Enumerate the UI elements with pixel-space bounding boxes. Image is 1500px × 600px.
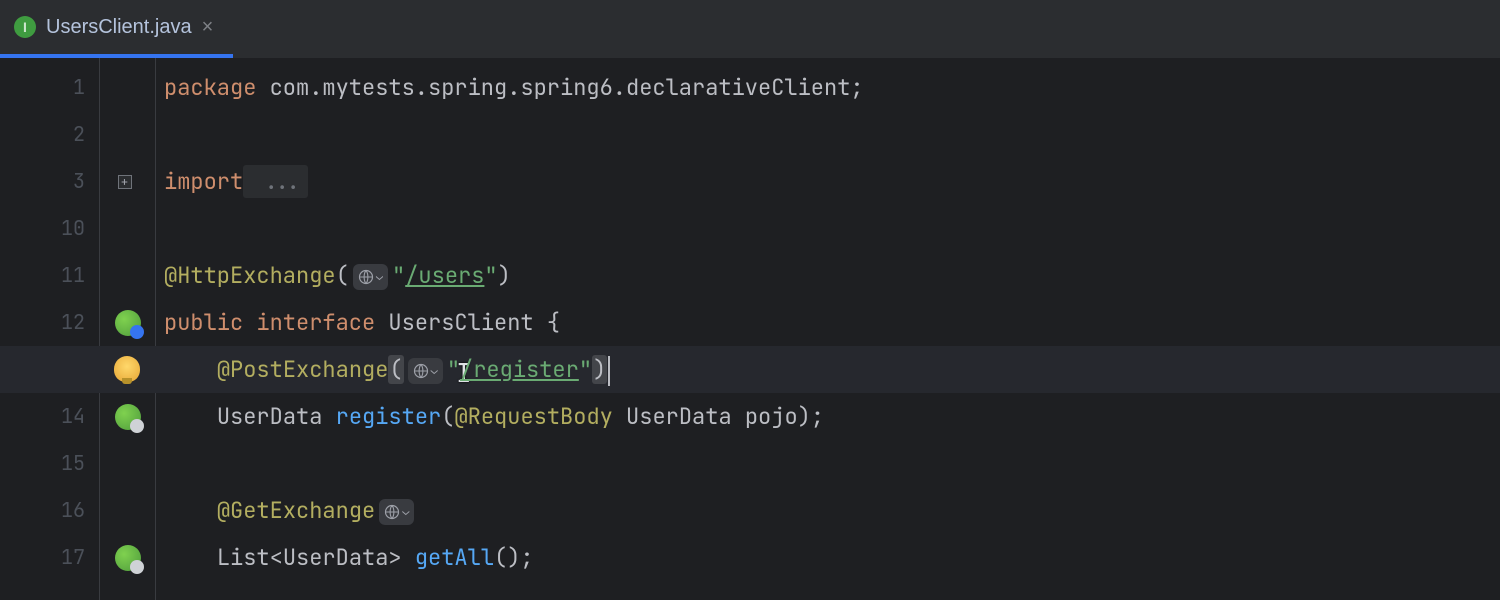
gutter-icons: + [100, 58, 156, 600]
intention-bulb-icon[interactable] [114, 356, 140, 382]
line-number[interactable]: 2 [0, 111, 99, 158]
spring-icon[interactable] [100, 299, 155, 346]
editor-tab-bar: I UsersClient.java × [0, 0, 1500, 58]
http-endpoint-icon[interactable]: ⌄ [353, 264, 388, 290]
tab-filename: UsersClient.java [46, 16, 192, 39]
spring-icon[interactable] [100, 534, 155, 581]
line-number[interactable]: 15 [0, 440, 99, 487]
code-line[interactable]: @HttpExchange(⌄"/users") [164, 252, 1500, 299]
tab-usersclient[interactable]: I UsersClient.java × [0, 0, 233, 58]
http-endpoint-icon[interactable]: ⌄ [408, 358, 443, 384]
line-number[interactable]: 11 [0, 252, 99, 299]
line-number[interactable]: 14 [0, 393, 99, 440]
code-editor[interactable]: 1 2 3 10 11 12 13 14 15 16 17 + I packag… [0, 58, 1500, 600]
line-number[interactable]: 12 [0, 299, 99, 346]
line-number[interactable]: 16 [0, 487, 99, 534]
close-icon[interactable]: × [202, 17, 214, 37]
interface-icon: I [14, 16, 36, 38]
spring-icon[interactable] [100, 393, 155, 440]
code-line[interactable] [164, 440, 1500, 487]
code-line[interactable]: import ... [164, 158, 1500, 205]
code-line[interactable]: @GetExchange⌄ [164, 487, 1500, 534]
code-line[interactable]: List<UserData> getAll(); [164, 534, 1500, 581]
http-endpoint-icon[interactable]: ⌄ [379, 499, 414, 525]
line-number[interactable]: 17 [0, 534, 99, 581]
gutter-line-numbers: 1 2 3 10 11 12 13 14 15 16 17 [0, 58, 100, 600]
code-line[interactable]: package com.mytests.spring.spring6.decla… [164, 64, 1500, 111]
caret [608, 356, 610, 386]
line-number[interactable]: 1 [0, 64, 99, 111]
fold-toggle[interactable]: + [100, 158, 155, 205]
code-line[interactable] [164, 111, 1500, 158]
code-line[interactable]: @PostExchange(⌄"/register") [164, 346, 1500, 393]
line-number[interactable]: 10 [0, 205, 99, 252]
line-number[interactable]: 3 [0, 158, 99, 205]
code-line[interactable]: public interface UsersClient { [164, 299, 1500, 346]
code-line[interactable]: UserData register(@RequestBody UserData … [164, 393, 1500, 440]
code-area[interactable]: I package com.mytests.spring.spring6.dec… [156, 58, 1500, 600]
code-line[interactable] [164, 205, 1500, 252]
